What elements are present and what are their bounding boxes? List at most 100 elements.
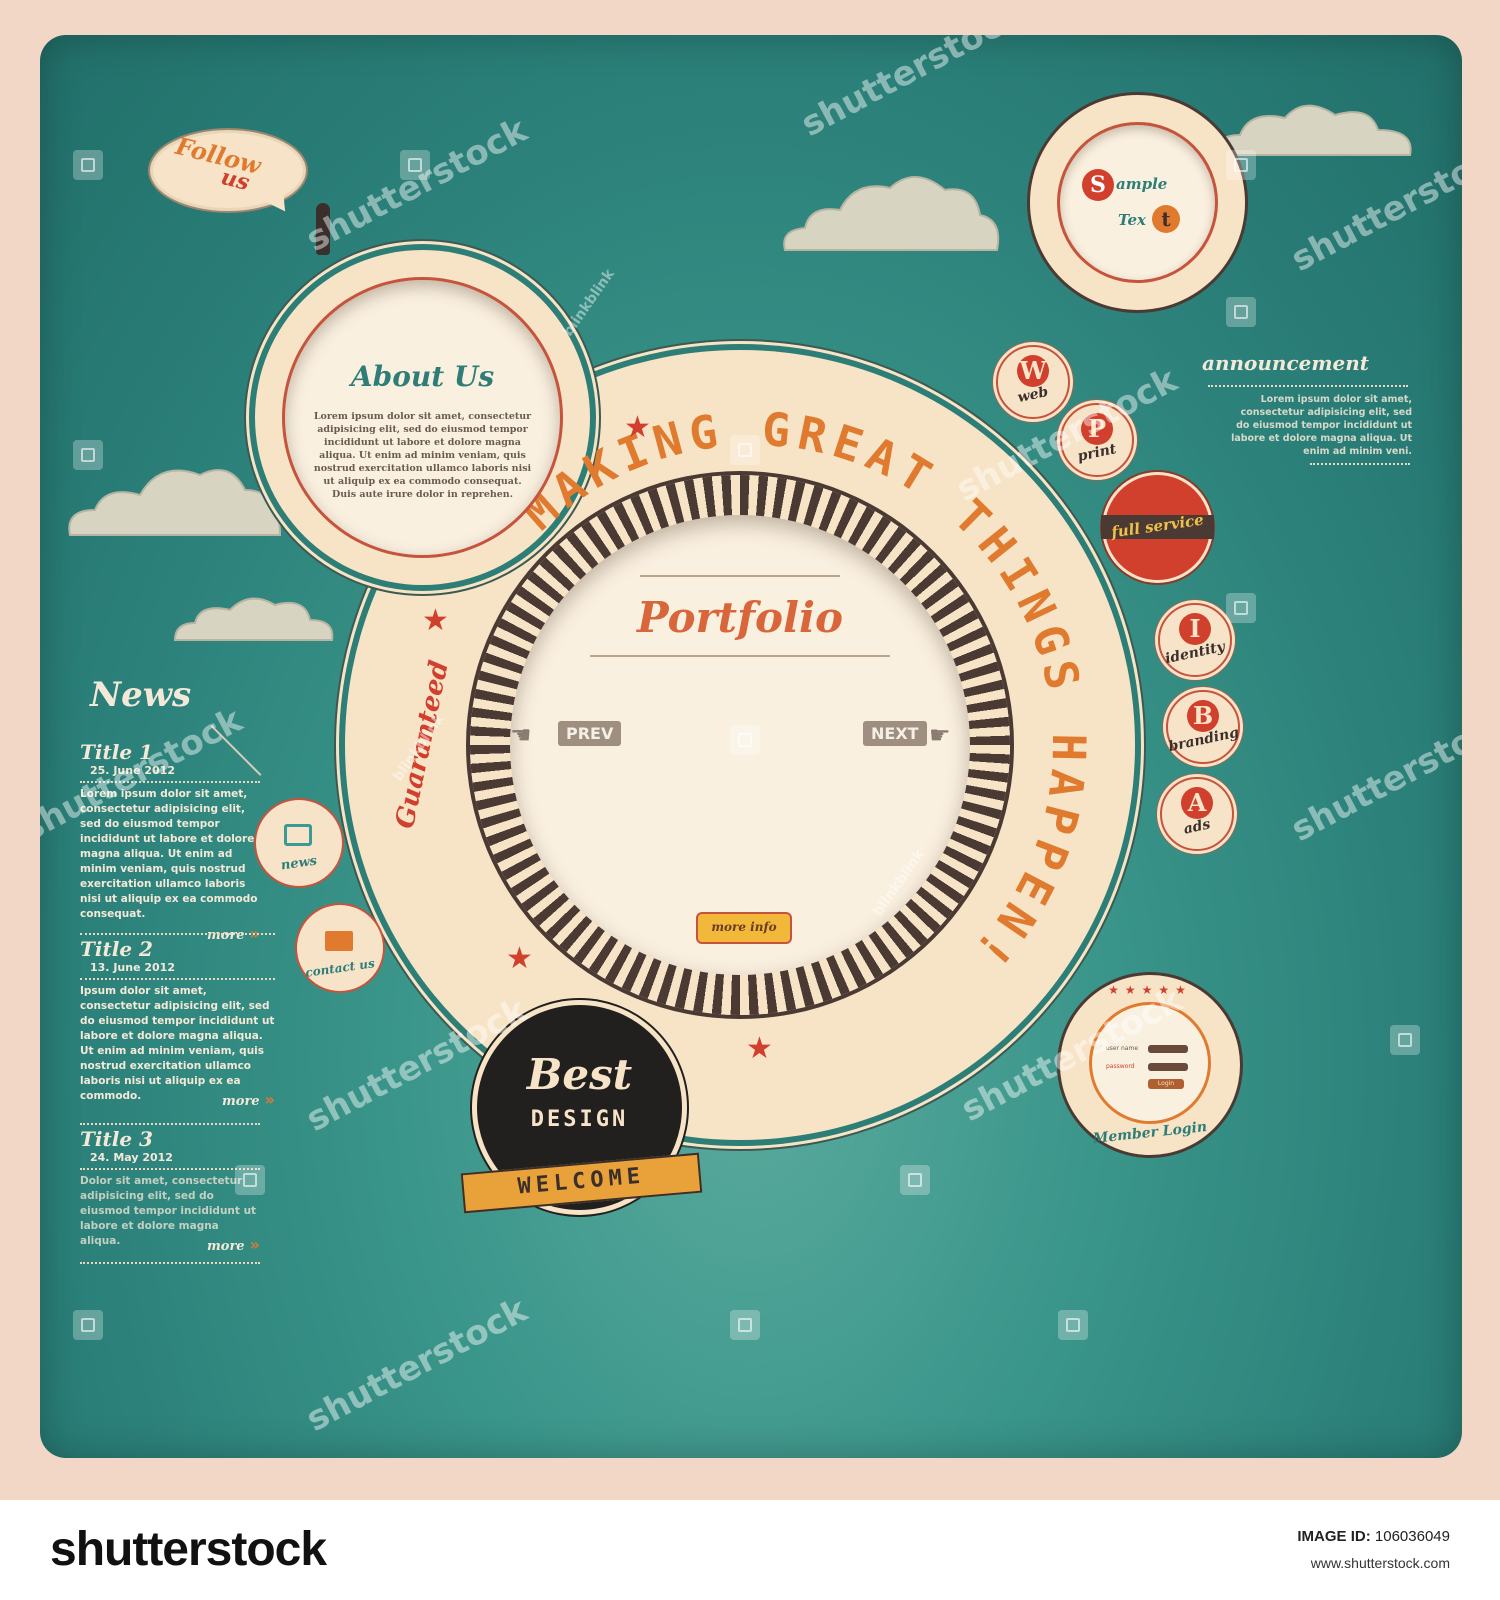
next-button[interactable]: NEXT (863, 721, 927, 746)
news-badge[interactable]: news (256, 800, 342, 886)
news-item-text: Ipsum dolor sit amet, consectetur adipis… (80, 985, 275, 1102)
watermark-icon (730, 435, 760, 465)
contact-badge[interactable]: contact us (297, 905, 383, 991)
news-divider (80, 1123, 260, 1125)
news-divider (80, 781, 260, 783)
password-label: password (1106, 1063, 1135, 1070)
cloud-icon (783, 176, 1000, 251)
news-divider (80, 1168, 260, 1170)
about-us-title: About Us (350, 360, 495, 393)
watermark: shutterstock (794, 35, 1029, 145)
design-label: DESIGN (530, 1107, 629, 1132)
service-letter: W (1017, 355, 1049, 387)
announcement-text: Lorem ipsum dolor sit amet, consectetur … (1231, 394, 1412, 457)
news-item[interactable]: Title 1 25. June 2012 Lorem ipsum dolor … (80, 740, 260, 943)
service-letter: I (1179, 613, 1211, 645)
news-divider (80, 978, 275, 980)
announcement-divider (1208, 385, 1408, 387)
announcement-divider (1310, 463, 1410, 465)
star-icon: ★ (624, 410, 651, 445)
service-letter: A (1181, 787, 1213, 819)
news-title: News (90, 675, 192, 715)
login-button[interactable]: Login (1148, 1079, 1184, 1089)
member-login-badge: ★★★★★ user name password Login Member Lo… (1060, 975, 1240, 1155)
image-id: IMAGE ID: 106036049 (1297, 1528, 1450, 1545)
more-info-label: more info (711, 920, 777, 934)
watermark-icon (73, 440, 103, 470)
news-item-title: Title 3 (80, 1127, 153, 1151)
sample-word: ample (1116, 175, 1168, 193)
service-branding[interactable]: B branding (1166, 690, 1240, 764)
welcome-label: WELCOME (516, 1163, 647, 1200)
username-label: user name (1106, 1045, 1139, 1052)
service-letter: P (1081, 413, 1113, 445)
envelope-icon (325, 931, 353, 951)
username-input[interactable] (1148, 1045, 1188, 1053)
news-item-text: Lorem ipsum dolor sit amet, consectetur … (80, 788, 258, 920)
more-info-button[interactable]: more info (696, 912, 792, 944)
sample-letter-s: S (1082, 169, 1114, 201)
service-ads[interactable]: A ads (1160, 777, 1234, 851)
service-full-service[interactable]: full service (1101, 475, 1214, 580)
bird-icon (316, 203, 330, 255)
double-chevron-icon: » (264, 1090, 275, 1109)
news-item-date: 24. May 2012 (90, 1151, 173, 1164)
news-item-date: 25. June 2012 (90, 764, 175, 777)
text-word: Tex (1118, 211, 1146, 229)
contact-badge-label: contact us (304, 956, 376, 980)
star-icon: ★ (422, 603, 449, 638)
sample-inner: S ample Tex t (1060, 125, 1215, 280)
password-input[interactable] (1148, 1063, 1188, 1071)
page-frame: Follow us MAKING GREAT THINGS HAPPEN! Gu… (0, 0, 1500, 1500)
news-item[interactable]: Title 2 13. June 2012 Ipsum dolor sit am… (80, 933, 275, 1109)
news-item-date: 13. June 2012 (90, 961, 175, 974)
ornament-bottom (590, 655, 890, 657)
watermark: shutterstock (1284, 700, 1462, 850)
about-us-window: About Us Lorem ipsum dolor sit amet, con… (285, 280, 560, 555)
watermark-icon (73, 150, 103, 180)
watermark-icon (400, 150, 430, 180)
portfolio-title: Portfolio (636, 593, 843, 642)
pointing-hand-left-icon: ☚ (510, 721, 532, 749)
about-us-text: Lorem ipsum dolor sit amet, consectetur … (313, 411, 532, 500)
watermark: shutterstock (299, 1290, 534, 1440)
watermark-icon (730, 725, 760, 755)
cloud-icon (173, 597, 334, 641)
watermark-icon (1226, 593, 1256, 623)
best-label: Best (526, 1050, 633, 1099)
news-item-title: Title 1 (80, 740, 153, 764)
watermark-icon (73, 1310, 103, 1340)
watermark-icon (1226, 297, 1256, 327)
sample-text-badge[interactable]: S ample Tex t (1030, 95, 1245, 310)
announcement-title: announcement (1202, 351, 1370, 375)
main-panel: Follow us MAKING GREAT THINGS HAPPEN! Gu… (40, 35, 1462, 1458)
watermark-icon (1390, 1025, 1420, 1055)
login-inner: user name password Login (1092, 1005, 1208, 1121)
image-id-label: IMAGE ID: (1297, 1528, 1371, 1545)
prev-button[interactable]: PREV (558, 721, 622, 746)
news-item[interactable]: Title 3 24. May 2012 Dolor sit amet, con… (80, 1123, 260, 1264)
us-label: us (218, 163, 253, 197)
news-divider (80, 1262, 260, 1264)
service-letter: B (1187, 700, 1219, 732)
star-icon: ★ (506, 941, 533, 976)
watermark-icon (1226, 150, 1256, 180)
watermark-icon (1058, 1310, 1088, 1340)
more-label[interactable]: more (222, 1094, 260, 1109)
star-icon: ★ (746, 1031, 773, 1066)
news-badge-label: news (280, 853, 318, 874)
watermark-icon (900, 1165, 930, 1195)
watermark: shutterstock (299, 110, 534, 260)
login-stars: ★★★★★ (1108, 983, 1192, 997)
news-item-text: Dolor sit amet, consectetur adipisicing … (80, 1175, 257, 1247)
ornament-top (640, 575, 840, 577)
footer-site[interactable]: www.shutterstock.com (1311, 1555, 1450, 1571)
news-divider (80, 933, 275, 935)
newspaper-icon (284, 824, 312, 846)
footer-logo[interactable]: shutterstock (50, 1522, 327, 1577)
watermark: blinkblink (560, 266, 618, 340)
news-item-title: Title 2 (80, 937, 153, 961)
service-web[interactable]: W web (996, 345, 1070, 419)
service-print[interactable]: P print (1060, 403, 1134, 477)
service-identity[interactable]: I identity (1158, 603, 1232, 677)
